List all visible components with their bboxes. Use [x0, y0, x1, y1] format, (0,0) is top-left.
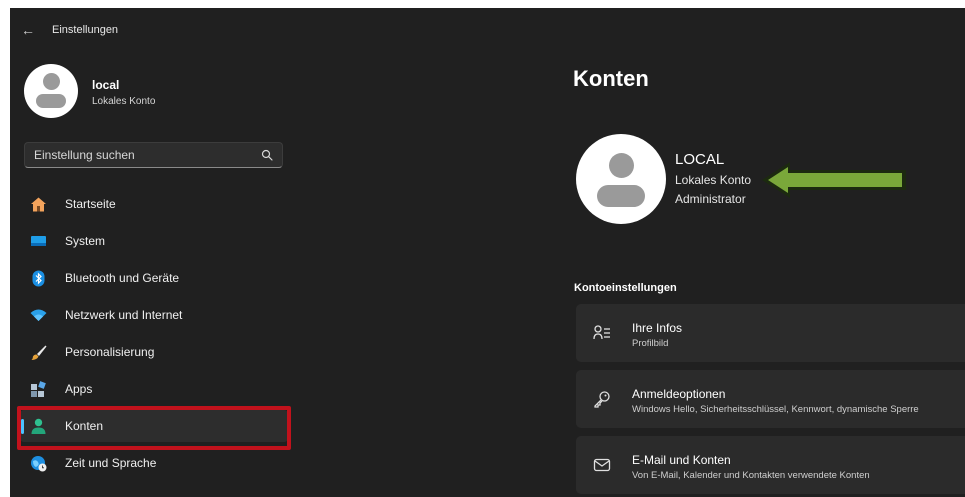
- profile-card[interactable]: local Lokales Konto: [24, 64, 284, 120]
- avatar-body: [597, 185, 645, 207]
- sidebar-item-label: Personalisierung: [65, 345, 155, 359]
- sidebar-item-label: Startseite: [65, 197, 116, 211]
- sidebar-item-label: Netzwerk und Internet: [65, 308, 183, 322]
- brush-icon: [31, 345, 47, 360]
- sidebar-item-label: System: [65, 234, 106, 248]
- card-title: Ihre Infos: [632, 321, 683, 335]
- key-icon: [594, 391, 610, 408]
- main-content: Konten LOCAL Lokales Konto Administrator…: [300, 8, 965, 497]
- page-title: Konten: [573, 66, 649, 91]
- annotation-arrow-icon: [762, 162, 906, 198]
- section-title: Kontoeinstellungen: [574, 282, 677, 294]
- sidebar-item-personalisierung[interactable]: Personalisierung: [20, 336, 288, 368]
- avatar-head: [43, 73, 60, 90]
- account-name: LOCAL: [675, 151, 725, 168]
- card-ihre-infos[interactable]: Ihre Infos Profilbild: [576, 304, 965, 362]
- app-title: Einstellungen: [52, 24, 119, 36]
- account-role: Administrator: [675, 192, 746, 206]
- avatar: [24, 64, 78, 118]
- card-subtitle: Von E-Mail, Kalender und Kontakten verwe…: [632, 470, 870, 481]
- mail-icon: [593, 458, 611, 472]
- account-type: Lokales Konto: [675, 173, 752, 187]
- annotation-highlight-box: [17, 406, 291, 450]
- bluetooth-icon: [32, 270, 45, 287]
- card-subtitle: Windows Hello, Sicherheitsschlüssel, Ken…: [632, 404, 919, 415]
- card-title: E-Mail und Konten: [632, 453, 731, 467]
- apps-icon: [31, 381, 46, 397]
- back-button[interactable]: ←: [18, 22, 38, 38]
- search-box[interactable]: [24, 142, 283, 168]
- profile-name: local: [92, 78, 120, 92]
- sidebar-item-netzwerk[interactable]: Netzwerk und Internet: [20, 299, 288, 331]
- card-anmeldeoptionen[interactable]: Anmeldeoptionen Windows Hello, Sicherhei…: [576, 370, 965, 428]
- sidebar-item-label: Apps: [65, 382, 93, 396]
- search-input[interactable]: [25, 143, 255, 167]
- person-lines-icon: [593, 325, 610, 340]
- settings-window: ← Einstellungen local Lokales Konto Eins…: [10, 8, 965, 497]
- home-icon: [31, 197, 46, 212]
- sidebar-item-label: Zeit und Sprache: [65, 456, 157, 470]
- account-avatar[interactable]: [576, 134, 666, 224]
- monitor-icon: [31, 236, 46, 246]
- sidebar-item-startseite[interactable]: Startseite: [20, 188, 288, 220]
- search-icon[interactable]: [261, 149, 273, 161]
- sidebar-item-system[interactable]: System: [20, 225, 288, 257]
- sidebar-item-label: Bluetooth und Geräte: [65, 271, 180, 285]
- sidebar-item-bluetooth[interactable]: Bluetooth und Geräte: [20, 262, 288, 294]
- wifi-icon: [30, 309, 47, 321]
- profile-account-type: Lokales Konto: [92, 96, 156, 107]
- card-title: Anmeldeoptionen: [632, 387, 726, 401]
- sidebar-item-apps[interactable]: Apps: [20, 373, 288, 405]
- card-email-und-konten[interactable]: E-Mail und Konten Von E-Mail, Kalender u…: [576, 436, 965, 494]
- card-subtitle: Profilbild: [632, 338, 669, 349]
- avatar-head: [609, 153, 634, 178]
- sidebar-item-zeit-und-sprache[interactable]: Zeit und Sprache: [20, 447, 288, 479]
- avatar-body: [36, 94, 66, 108]
- globe-clock-icon: [31, 456, 47, 472]
